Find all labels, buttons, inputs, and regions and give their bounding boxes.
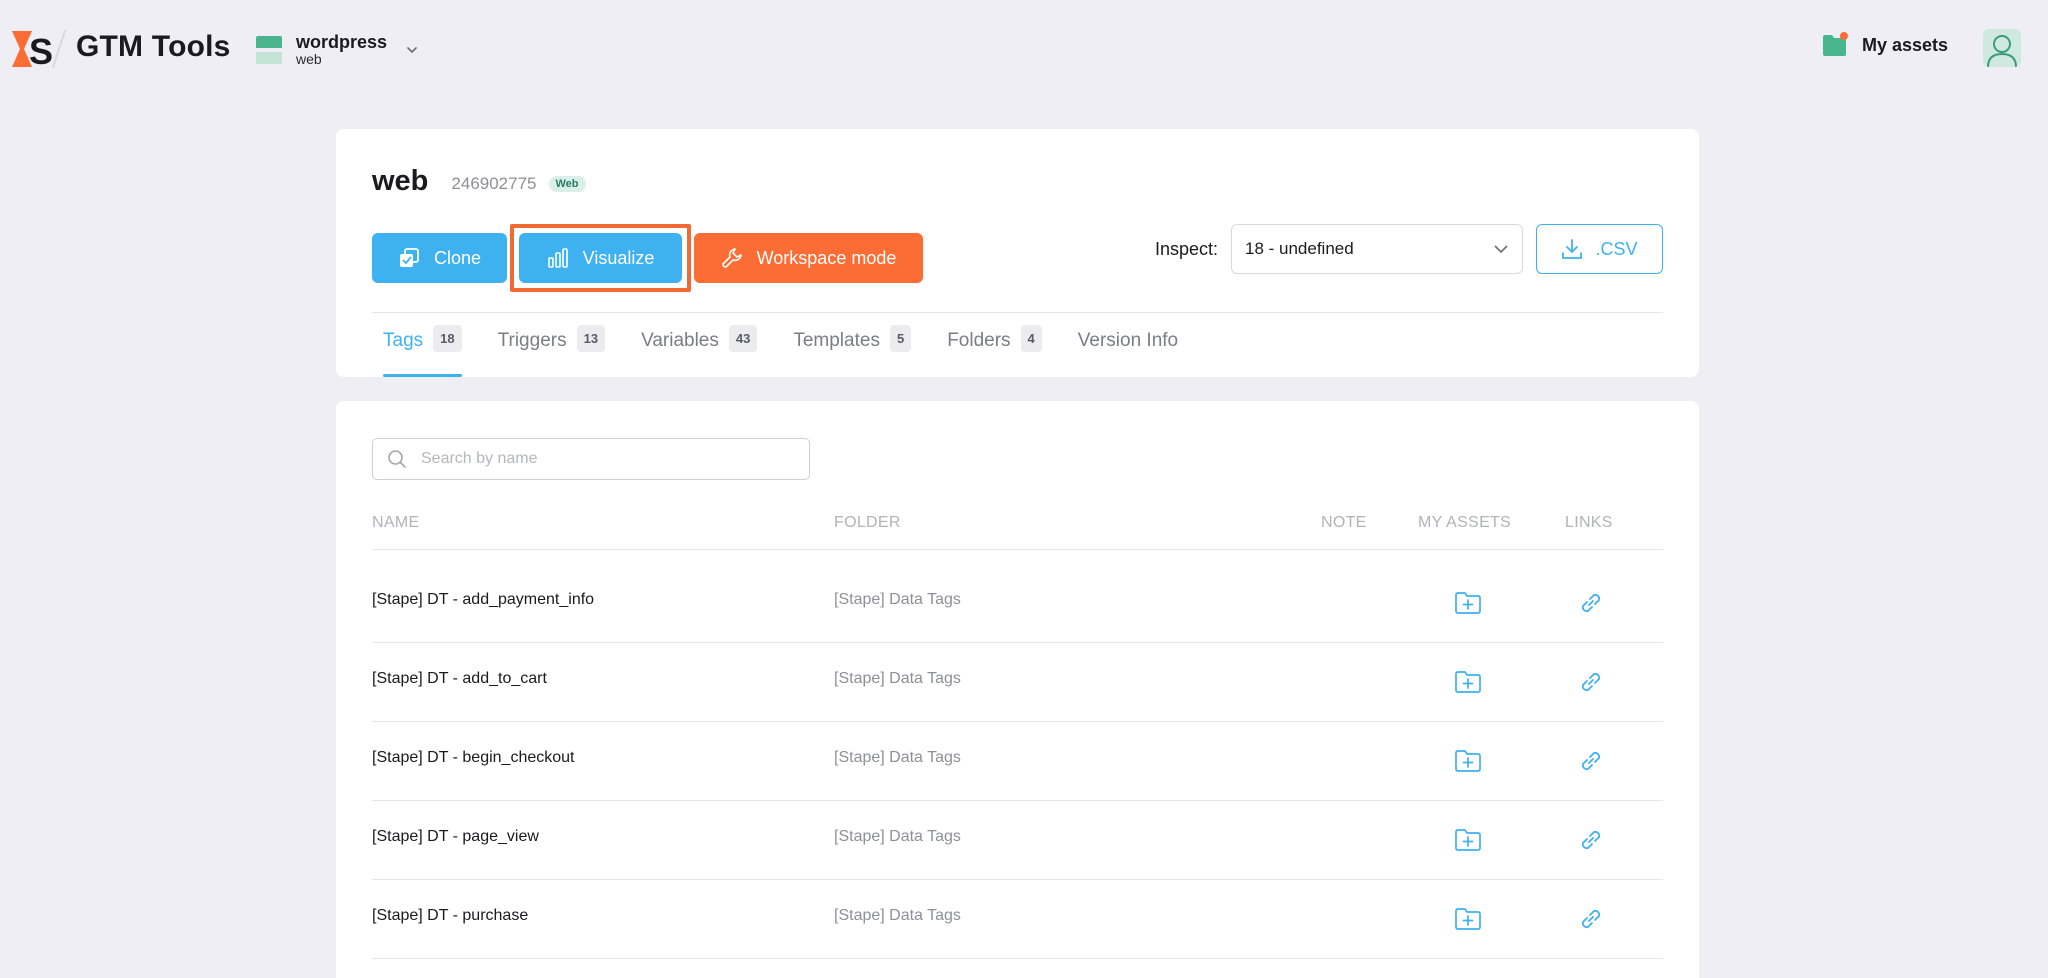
tab-count: 13 (576, 325, 606, 352)
tab-count: 18 (433, 325, 462, 352)
container-name: wordpress (296, 32, 388, 53)
tag-name[interactable]: [Stape] DT - page_view (372, 828, 539, 846)
inspect-label: Inspect: (1154, 238, 1218, 259)
brand-name: GTM Tools (76, 30, 231, 63)
inspect-control: Inspect: 18 - undefined (1155, 224, 1523, 274)
link-icon[interactable] (1576, 825, 1606, 855)
folder-icon (1823, 32, 1848, 56)
table-row[interactable]: [Stape] DT - purchase [Stape] Data Tags (372, 880, 1663, 959)
tabs-divider (372, 312, 1663, 313)
csv-export-button[interactable]: .CSV (1536, 224, 1663, 274)
tab-count: 4 (1020, 325, 1042, 352)
tab-count: 43 (728, 325, 758, 352)
env-badge: Web (548, 175, 586, 192)
visualize-button[interactable]: Visualize (519, 233, 682, 283)
col-name[interactable]: NAME (372, 514, 419, 532)
folder-plus-icon[interactable] (1453, 825, 1483, 855)
stape-logo[interactable]: S (12, 27, 56, 71)
container-flag-icon (256, 36, 282, 64)
folder-plus-icon[interactable] (1453, 588, 1483, 618)
inspect-select[interactable]: 18 - undefined (1231, 224, 1523, 274)
container-header-card: web 246902775 Web Clone Visualize Worksp… (336, 129, 1699, 377)
tab-version-info[interactable]: Version Info (1078, 325, 1178, 377)
folder-plus-icon[interactable] (1453, 746, 1483, 776)
svg-text:S: S (29, 31, 53, 71)
link-icon[interactable] (1576, 588, 1606, 618)
search-input[interactable] (421, 450, 781, 468)
chevron-down-icon (407, 47, 417, 54)
my-assets-label: My assets (1862, 34, 1949, 55)
table-row[interactable]: [Stape] DT - add_to_cart [Stape] Data Ta… (372, 643, 1663, 722)
tab-templates[interactable]: Templates 5 (793, 325, 912, 377)
tab-tags[interactable]: Tags 18 (383, 325, 462, 377)
download-icon (1562, 239, 1583, 259)
clone-label: Clone (433, 247, 482, 268)
tag-name[interactable]: [Stape] DT - purchase (372, 907, 528, 925)
action-buttons: Clone Visualize Workspace mode (372, 224, 923, 292)
top-bar: S GTM Tools wordpress web My assets (0, 0, 2048, 100)
table-body: [Stape] DT - add_payment_info [Stape] Da… (372, 564, 1663, 959)
link-icon[interactable] (1576, 667, 1606, 697)
table-row[interactable]: [Stape] DT - add_payment_info [Stape] Da… (372, 564, 1663, 643)
wrench-icon (721, 248, 742, 268)
container-selector[interactable]: wordpress web (256, 28, 419, 72)
tab-count: 5 (889, 325, 912, 352)
search-icon (388, 450, 406, 468)
link-icon[interactable] (1576, 746, 1606, 776)
col-folder[interactable]: FOLDER (834, 514, 901, 532)
link-icon[interactable] (1576, 904, 1606, 934)
clone-icon (399, 248, 419, 267)
tag-folder: [Stape] Data Tags (834, 591, 961, 608)
page-title: web (372, 165, 429, 197)
tag-name[interactable]: [Stape] DT - add_payment_info (372, 591, 594, 609)
tab-folders[interactable]: Folders 4 (947, 325, 1042, 377)
chevron-down-icon (1494, 245, 1508, 254)
visualize-label: Visualize (582, 247, 655, 268)
avatar[interactable] (1983, 29, 2021, 67)
inspect-value: 18 - undefined (1245, 239, 1354, 258)
tag-folder: [Stape] Data Tags (834, 749, 961, 766)
folder-plus-icon[interactable] (1453, 667, 1483, 697)
chart-icon (547, 248, 568, 268)
folder-plus-icon[interactable] (1453, 904, 1483, 934)
tab-triggers[interactable]: Triggers 13 (498, 325, 606, 377)
visualize-highlight: Visualize (510, 224, 691, 292)
col-note: NOTE (1321, 514, 1367, 531)
tag-name[interactable]: [Stape] DT - add_to_cart (372, 670, 547, 688)
avatar-icon (1987, 35, 2017, 67)
tags-table-card: NAME FOLDER NOTE MY ASSETS LINKS [Stape]… (336, 401, 1699, 978)
csv-label: .CSV (1595, 238, 1638, 259)
tag-folder: [Stape] Data Tags (834, 907, 961, 924)
workspace-mode-button[interactable]: Workspace mode (694, 233, 923, 283)
table-row[interactable]: [Stape] DT - begin_checkout [Stape] Data… (372, 722, 1663, 801)
tag-name[interactable]: [Stape] DT - begin_checkout (372, 749, 575, 767)
col-my-assets: MY ASSETS (1418, 514, 1512, 531)
my-assets-link[interactable]: My assets (1822, 32, 1948, 58)
tag-folder: [Stape] Data Tags (834, 670, 961, 687)
workspace-mode-label: Workspace mode (756, 247, 897, 268)
container-subtitle: web (296, 51, 322, 68)
table-header: NAME FOLDER NOTE MY ASSETS LINKS (372, 514, 1663, 550)
table-row[interactable]: [Stape] DT - page_view [Stape] Data Tags (372, 801, 1663, 880)
container-id: 246902775 (451, 173, 537, 193)
col-links: LINKS (1565, 514, 1613, 531)
search-box (372, 438, 810, 480)
tabs-bar: Tags 18 Triggers 13 Variables 43 Templat… (383, 325, 1214, 377)
tab-variables[interactable]: Variables 43 (641, 325, 758, 377)
tag-folder: [Stape] Data Tags (834, 828, 961, 845)
clone-button[interactable]: Clone (372, 233, 507, 283)
